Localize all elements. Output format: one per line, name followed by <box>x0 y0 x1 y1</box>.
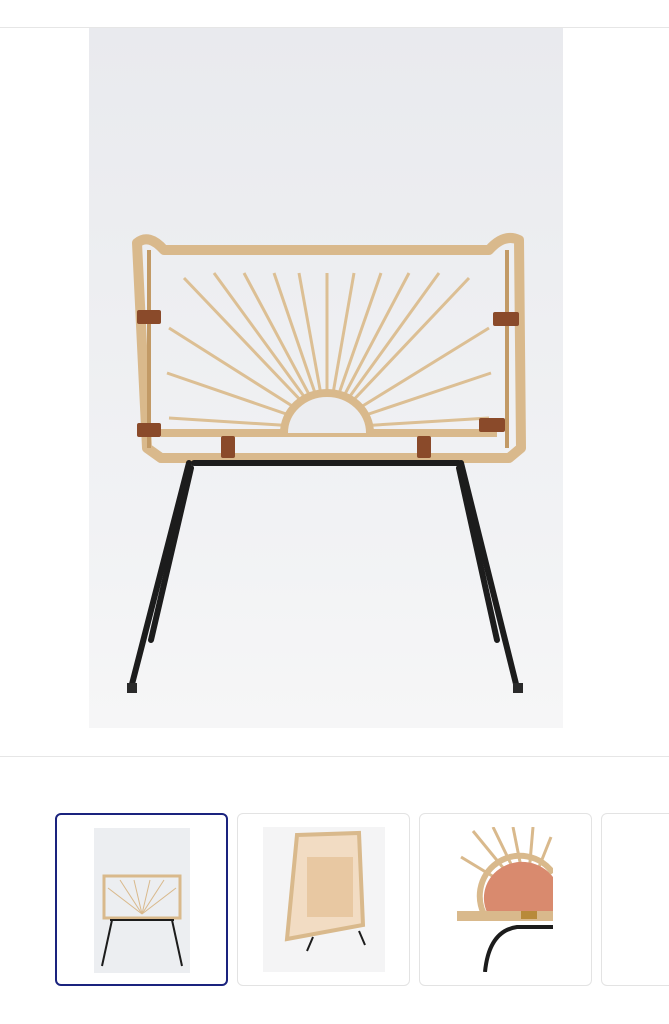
thumbnail-1[interactable] <box>55 813 228 986</box>
thumbnail-image-chair-top <box>263 827 385 972</box>
thumbnail-3[interactable] <box>419 813 592 986</box>
thumbnail-image-sunburst-detail <box>457 827 553 972</box>
thumbnail-image-chair-back <box>94 828 190 973</box>
thumbnail-2[interactable] <box>237 813 410 986</box>
gallery-divider <box>0 756 669 757</box>
main-product-image[interactable] <box>89 28 563 728</box>
thumbnail-4[interactable] <box>601 813 669 986</box>
chair-photo <box>89 28 563 728</box>
